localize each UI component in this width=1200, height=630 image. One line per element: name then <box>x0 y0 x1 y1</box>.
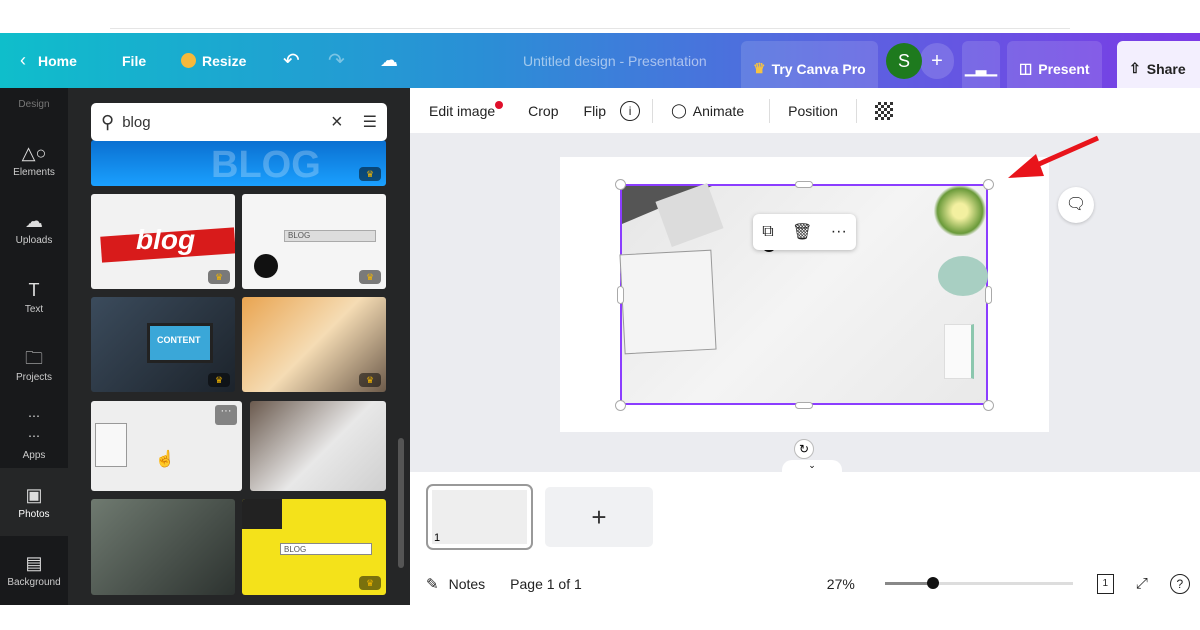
upload-icon: ☁ <box>25 210 43 231</box>
grid-view-button[interactable]: 1 <box>1096 573 1114 594</box>
info-icon[interactable]: i <box>620 100 641 121</box>
top-toolbar: ‹ Home File Resize ↶ ↷ ☁ Untitled design … <box>0 33 1200 96</box>
photo-result[interactable]: blog ♛ <box>91 194 235 289</box>
page-indicator: Page 1 of 1 <box>510 575 582 592</box>
photo-result[interactable]: BLOG ♛ <box>242 194 386 289</box>
zoom-slider-thumb[interactable] <box>926 577 939 589</box>
resize-handle[interactable] <box>795 402 813 409</box>
rotate-handle[interactable]: ↻ <box>794 439 814 459</box>
flip-button[interactable]: Flip <box>584 103 607 119</box>
top-strip <box>110 28 1070 29</box>
photo-result[interactable]: ♛ <box>242 297 386 392</box>
crown-icon <box>181 53 196 68</box>
share-icon: ⇧ <box>1129 60 1141 76</box>
animate-icon: ◯ <box>671 102 687 118</box>
crown-icon: ♛ <box>359 576 381 590</box>
help-icon[interactable]: ? <box>1169 573 1190 594</box>
add-comment-button[interactable]: 🗨 <box>1058 187 1094 223</box>
sidebar-item-apps[interactable]: ⋯ ⋯ Apps <box>0 399 68 467</box>
crown-icon: ♛ <box>359 167 381 181</box>
photo-result[interactable] <box>250 401 386 491</box>
search-icon: ⚲ <box>101 111 115 132</box>
design-title[interactable]: Untitled design - Presentation <box>523 33 707 88</box>
elements-icon: △○ <box>21 142 47 163</box>
crown-icon: ♛ <box>208 373 230 387</box>
resize-handle[interactable] <box>983 400 994 411</box>
avatar[interactable]: S <box>886 43 922 79</box>
crown-icon: ♛ <box>359 270 381 284</box>
notes-icon[interactable]: ✎ <box>426 575 439 593</box>
edit-image-button[interactable]: Edit image <box>429 100 504 119</box>
transparency-icon[interactable] <box>874 101 893 120</box>
resize-handle[interactable] <box>983 179 994 190</box>
resize-button[interactable]: Resize <box>181 33 246 88</box>
add-collaborator-button[interactable]: + <box>920 43 954 79</box>
file-menu[interactable]: File <box>122 33 146 88</box>
page-thumbnail[interactable]: 1 <box>426 484 533 550</box>
resize-handle[interactable] <box>617 286 624 304</box>
photo-result[interactable]: BLOG ♛ <box>91 140 386 186</box>
crop-button[interactable]: Crop <box>528 103 558 119</box>
resize-handle[interactable] <box>985 286 992 304</box>
context-toolbar: Edit image Crop Flip i ◯ Animate Position <box>410 88 1200 133</box>
fullscreen-icon[interactable]: ⤢ <box>1136 575 1148 592</box>
filter-icon[interactable]: ☰ <box>363 112 377 132</box>
sidebar: Design △○ Elements ☁ Uploads T Text 🗀 Projec… <box>0 88 68 605</box>
duplicate-icon[interactable]: ⧉ <box>762 223 773 241</box>
divider <box>855 98 857 123</box>
sidebar-item-elements[interactable]: △○ Elements <box>0 126 68 194</box>
photos-icon: ▣ <box>25 484 43 505</box>
resize-handle[interactable] <box>615 179 626 190</box>
red-arrow-annotation <box>1008 135 1100 178</box>
photo-result[interactable]: BLOG ♛ <box>242 499 386 595</box>
crown-icon: ♛ <box>208 270 230 284</box>
slide-page[interactable] <box>560 157 1049 432</box>
cloud-saved-icon[interactable]: ☁ <box>380 33 398 88</box>
footer-bar: ✎ Notes Page 1 of 1 27% 1 ⤢ ? <box>410 562 1200 605</box>
more-options-icon[interactable]: ··· <box>831 223 847 241</box>
divider <box>652 98 654 123</box>
divider <box>769 98 771 123</box>
zoom-level[interactable]: 27% <box>827 576 855 592</box>
clear-icon[interactable]: × <box>331 111 343 134</box>
crown-icon: ♛ <box>753 60 766 76</box>
photo-result[interactable]: CONTENT ♛ <box>91 297 235 392</box>
photo-result-hovered[interactable]: ··· ☝ <box>91 401 242 491</box>
sidebar-item-uploads[interactable]: ☁ Uploads <box>0 194 68 262</box>
folder-icon: 🗀 <box>25 347 43 368</box>
resize-handle[interactable] <box>615 400 626 411</box>
zoom-slider[interactable] <box>884 577 1073 589</box>
present-icon: ◫ <box>1019 60 1033 76</box>
animate-button[interactable]: ◯ Animate <box>671 102 744 119</box>
element-floating-menu: ⧉ 🗑 ··· <box>753 214 856 250</box>
notes-button[interactable]: Notes <box>449 576 486 592</box>
hand-cursor-icon: ☝ <box>155 451 175 468</box>
sidebar-item-text[interactable]: T Text <box>0 263 68 331</box>
sidebar-item-photos[interactable]: ▣ Photos <box>0 468 68 536</box>
apps-icon: ⋯ ⋯ <box>28 408 40 443</box>
position-button[interactable]: Position <box>788 103 838 119</box>
search-input[interactable]: ⚲ blog × ☰ <box>91 103 387 141</box>
text-icon: T <box>28 279 40 300</box>
photos-panel: BLOG ♛ blog ♛ BLOG ♛ CONTENT ♛ ♛ ··· ☝ BLOG ♛ … <box>68 88 410 605</box>
redo-icon[interactable]: ↷ <box>328 33 345 88</box>
photo-result[interactable] <box>91 499 235 595</box>
undo-icon[interactable]: ↶ <box>283 33 300 88</box>
page-thumbnails: 1 + <box>410 472 1200 562</box>
sidebar-item-background[interactable]: ▤ Background <box>0 536 68 604</box>
crown-icon: ♛ <box>359 373 381 387</box>
background-icon: ▤ <box>25 552 43 573</box>
panel-scrollbar[interactable] <box>398 438 404 568</box>
add-page-button[interactable]: + <box>545 487 653 547</box>
more-options-icon[interactable]: ··· <box>215 405 237 425</box>
resize-handle[interactable] <box>795 181 813 188</box>
delete-icon[interactable]: 🗑 <box>792 222 812 242</box>
sidebar-item-projects[interactable]: 🗀 Projects <box>0 331 68 399</box>
notification-dot <box>495 100 504 109</box>
